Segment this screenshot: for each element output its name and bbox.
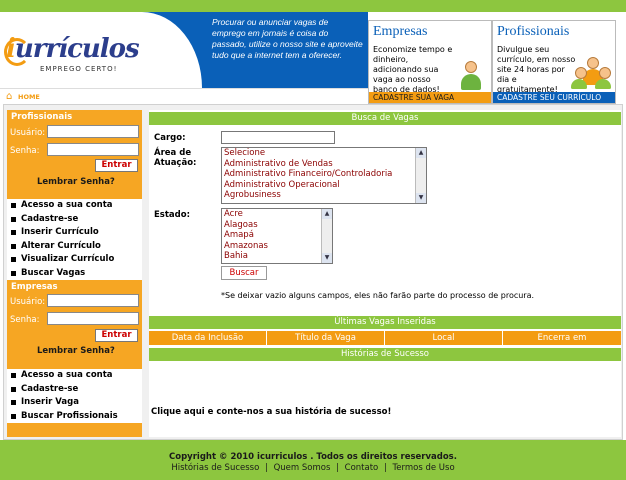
emp-menu-register[interactable]: Cadastre-se — [7, 383, 142, 397]
intro-text: Procurar ou anunciar vagas de emprego em… — [212, 17, 363, 60]
scroll-up-icon[interactable]: ▲ — [322, 209, 332, 219]
area-option[interactable]: Agrobusiness — [222, 190, 426, 201]
area-scrollbar[interactable]: ▲ ▼ — [415, 148, 426, 203]
promo-profissionais-title: Profissionais — [497, 24, 570, 39]
scroll-down-icon[interactable]: ▼ — [322, 253, 332, 263]
sidebar-heading-empresas: Empresas — [11, 282, 58, 292]
prof-pass-label: Senha: — [10, 146, 40, 156]
prof-login-button[interactable]: Entrar — [95, 159, 138, 172]
breadcrumb: ⌂ HOME — [0, 88, 368, 104]
scroll-up-icon[interactable]: ▲ — [416, 148, 426, 158]
emp-login-button[interactable]: Entrar — [95, 329, 138, 342]
estado-option[interactable]: Acre — [222, 209, 332, 220]
scroll-down-icon[interactable]: ▼ — [416, 193, 426, 203]
estado-label: Estado: — [154, 210, 190, 220]
emp-pass-input[interactable] — [47, 312, 139, 325]
col-job-title[interactable]: Título da Vaga — [267, 331, 385, 345]
register-resume-button[interactable]: CADASTRE SEU CURRÍCULO — [493, 92, 615, 103]
promo-empresas-text: Economize tempo e dinheiro, adicionando … — [373, 45, 453, 94]
register-job-button[interactable]: CADASTRE SUA VAGA — [369, 92, 491, 103]
emp-remember-password-link[interactable]: Lembrar Senha? — [37, 346, 115, 356]
prof-menu-view-resume[interactable]: Visualizar Currículo — [7, 253, 142, 267]
footer-link-about[interactable]: Quem Somos — [274, 463, 331, 473]
success-story-link[interactable]: Clique aqui e conte-nos a sua história d… — [151, 407, 391, 417]
prof-pass-input[interactable] — [47, 143, 139, 156]
success-stories-title: Histórias de Sucesso — [149, 348, 621, 361]
main-container: Profissionais Usuário: Senha: Entrar Lem… — [3, 104, 623, 440]
promo-profissionais-text: Divulgue seu currículo, em nosso site 24… — [497, 45, 576, 94]
prof-menu-account[interactable]: Acesso a sua conta — [7, 199, 142, 213]
promo-empresas-title: Empresas — [373, 24, 428, 39]
site-logo[interactable]: iurrículos EMPREGO CERTO! — [0, 12, 142, 88]
logo-tagline: EMPREGO CERTO! — [40, 65, 118, 73]
prof-user-input[interactable] — [47, 125, 139, 138]
search-section-title: Busca de Vagas — [149, 112, 621, 125]
footer-link-contact[interactable]: Contato — [345, 463, 379, 473]
emp-menu-insert-job[interactable]: Inserir Vaga — [7, 396, 142, 410]
footer-separator: | — [383, 463, 387, 473]
area-label-line2: Atuação: — [154, 158, 197, 168]
emp-pass-label: Senha: — [10, 315, 40, 325]
prof-menu-search-jobs[interactable]: Buscar Vagas — [7, 267, 142, 281]
sidebar: Profissionais Usuário: Senha: Entrar Lem… — [7, 110, 142, 437]
promo-profissionais[interactable]: Profissionais Divulgue seu currículo, em… — [492, 20, 616, 104]
footer-link-terms[interactable]: Termos de Uso — [393, 463, 455, 473]
prof-user-label: Usuário: — [10, 128, 46, 138]
emp-menu-account[interactable]: Acesso a sua conta — [7, 369, 142, 383]
estado-option[interactable]: Bahia — [222, 251, 332, 262]
footer-link-success-stories[interactable]: Histórias de Sucesso — [171, 463, 259, 473]
site-header: iurrículos EMPREGO CERTO! Procurar ou an… — [0, 12, 626, 104]
estado-option[interactable]: Amapá — [222, 230, 332, 241]
site-footer: Copyright © 2010 icurriculos . Todos os … — [0, 440, 626, 480]
estado-select[interactable]: Acre Alagoas Amapá Amazonas Bahia ▲ ▼ — [221, 208, 333, 264]
home-link[interactable]: HOME — [18, 93, 40, 101]
area-label-line1: Área de — [154, 148, 192, 158]
footer-separator: | — [336, 463, 339, 473]
estado-scrollbar[interactable]: ▲ ▼ — [321, 209, 332, 263]
latest-jobs-title: Últimas Vagas Inseridas — [149, 316, 621, 329]
prof-menu-edit-resume[interactable]: Alterar Currículo — [7, 240, 142, 254]
cargo-input[interactable] — [221, 131, 335, 144]
promo-empresas[interactable]: Empresas Economize tempo e dinheiro, adi… — [368, 20, 492, 104]
prof-menu-register[interactable]: Cadastre-se — [7, 213, 142, 227]
area-select[interactable]: Selecione Administrativo de Vendas Admin… — [221, 147, 427, 204]
logo-wordmark: iurrículos — [6, 34, 140, 64]
emp-menu: Acesso a sua conta Cadastre-se Inserir V… — [7, 369, 142, 423]
top-accent-bar — [0, 0, 626, 12]
area-option[interactable]: Administrativo de Vendas — [222, 159, 426, 170]
estado-option[interactable]: Alagoas — [222, 220, 332, 231]
cargo-label: Cargo: — [154, 133, 186, 143]
latest-jobs-header-row: Data da Inclusão Título da Vaga Local En… — [149, 331, 621, 345]
estado-option[interactable]: Amazonas — [222, 241, 332, 252]
copyright: Copyright © 2010 icurriculos . Todos os … — [169, 452, 457, 462]
prof-remember-password-link[interactable]: Lembrar Senha? — [37, 177, 115, 187]
prof-menu: Acesso a sua conta Cadastre-se Inserir C… — [7, 199, 142, 280]
col-closes-on[interactable]: Encerra em — [503, 331, 621, 345]
footer-separator: | — [265, 463, 268, 473]
search-button[interactable]: Buscar — [221, 266, 267, 280]
search-note: *Se deixar vazio alguns campos, eles não… — [221, 291, 535, 300]
area-option[interactable]: Selecione — [222, 148, 426, 159]
area-option[interactable]: Administrativo Operacional — [222, 180, 426, 191]
sidebar-heading-profissionais: Profissionais — [11, 112, 73, 122]
col-location[interactable]: Local — [385, 331, 503, 345]
emp-menu-search-professionals[interactable]: Buscar Profissionais — [7, 410, 142, 424]
footer-links: Histórias de Sucesso | Quem Somos | Cont… — [0, 463, 626, 473]
emp-user-label: Usuário: — [10, 297, 46, 307]
emp-user-input[interactable] — [47, 294, 139, 307]
prof-menu-insert-resume[interactable]: Inserir Currículo — [7, 226, 142, 240]
area-option[interactable]: Administrativo Financeiro/Controladoria — [222, 169, 426, 180]
home-icon[interactable]: ⌂ — [6, 92, 16, 102]
col-inclusion-date[interactable]: Data da Inclusão — [149, 331, 267, 345]
content-area: Busca de Vagas Cargo: Área de Atuação: S… — [149, 110, 621, 437]
